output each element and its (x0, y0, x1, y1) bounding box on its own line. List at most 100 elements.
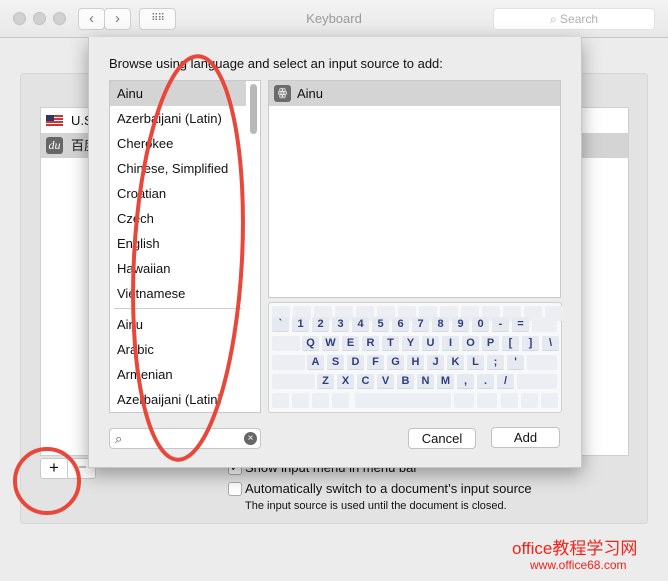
keyboard-key: G (387, 355, 404, 370)
baidu-icon: du (46, 137, 63, 154)
keyboard-key: - (492, 317, 509, 332)
keyboard-key: , (457, 374, 474, 389)
language-search-field[interactable]: ⌕ × (109, 428, 261, 449)
keyboard-key: B (397, 374, 414, 389)
keyboard-key (532, 317, 557, 332)
keyboard-key: [ (502, 336, 519, 351)
keyboard-key: Y (402, 336, 419, 351)
language-item[interactable]: Ainu (110, 81, 246, 106)
keyboard-key: 2 (312, 317, 329, 332)
add-button[interactable]: Add (491, 427, 560, 448)
keyboard-key: A (307, 355, 324, 370)
cancel-button[interactable]: Cancel (408, 428, 476, 449)
search-icon: ⌕ (549, 12, 561, 26)
search-placeholder: Search (560, 12, 599, 26)
language-item[interactable]: Croatian (110, 181, 246, 206)
language-item[interactable]: Cherokee (110, 131, 246, 156)
input-source-label: Ainu (297, 86, 324, 101)
us-flag-icon (46, 115, 63, 126)
input-source-options-list[interactable]: ꙮ Ainu (268, 80, 561, 298)
keyboard-key: ] (522, 336, 539, 351)
language-item[interactable]: Armenian (110, 362, 246, 387)
add-source-button[interactable]: + (41, 459, 68, 478)
language-item[interactable]: Vietnamese (110, 281, 246, 306)
language-item[interactable]: Czech (110, 206, 246, 231)
keyboard-key (521, 393, 538, 408)
keyboard-key: W (322, 336, 339, 351)
keyboard-key: C (357, 374, 374, 389)
keyboard-key (454, 393, 474, 408)
keyboard-key: I (442, 336, 459, 351)
keyboard-key (517, 374, 557, 389)
keyboard-key: \ (542, 336, 559, 351)
search-field[interactable]: ⌕ Search (493, 8, 655, 30)
keyboard-key (477, 393, 497, 408)
keyboard-preview: ` 1 2 3 4 5 6 7 8 9 0- = Q W E R T Y U I O P[] \ A S D F G H J K L; ' Z X C… (268, 302, 563, 413)
keyboard-key: 5 (372, 317, 389, 332)
language-item[interactable]: English (110, 231, 246, 256)
keyboard-key: R (362, 336, 379, 351)
separator (114, 308, 242, 309)
keyboard-key: 7 (412, 317, 429, 332)
keyboard-key: Q (302, 336, 319, 351)
title-bar: ‹ › ⠿⠿ Keyboard ⌕ Search (0, 0, 668, 38)
language-item[interactable]: Azerbaijani (Latin) (110, 106, 246, 131)
keyboard-key: O (462, 336, 479, 351)
add-input-source-sheet: Browse using language and select an inpu… (88, 37, 582, 468)
keyboard-key (332, 393, 349, 408)
keyboard-key: T (382, 336, 399, 351)
keyboard-key: H (407, 355, 424, 370)
keyboard-key: 0 (472, 317, 489, 332)
keyboard-key (312, 393, 329, 408)
keyboard-key: U (422, 336, 439, 351)
keyboard-key: . (477, 374, 494, 389)
search-icon: ⌕ (115, 431, 123, 446)
keyboard-key: = (512, 317, 529, 332)
keyboard-key: D (347, 355, 364, 370)
keyboard-key: V (377, 374, 394, 389)
keyboard-key (527, 355, 557, 370)
keyboard-key: E (342, 336, 359, 351)
keyboard-key: 3 (332, 317, 349, 332)
language-item[interactable]: Azerbaijani (Latin) (110, 387, 246, 412)
clear-search-icon[interactable]: × (244, 432, 257, 445)
keyboard-key: / (497, 374, 514, 389)
keyboard-key: 8 (432, 317, 449, 332)
language-item[interactable]: Chinese, Simplified (110, 156, 246, 181)
keyboard-key (292, 393, 309, 408)
keyboard-key: M (437, 374, 454, 389)
input-source-row-ainu[interactable]: ꙮ Ainu (269, 81, 560, 106)
keyboard-key (541, 393, 558, 408)
keyboard-key: F (367, 355, 384, 370)
keyboard-key: 9 (452, 317, 469, 332)
keyboard-key: P (482, 336, 499, 351)
keyboard-key: 6 (392, 317, 409, 332)
sheet-prompt: Browse using language and select an inpu… (109, 56, 443, 71)
language-item[interactable]: Ainu (110, 312, 246, 337)
language-item[interactable]: Hawaiian (110, 256, 246, 281)
keyboard-key: 4 (352, 317, 369, 332)
keyboard-key (272, 374, 315, 389)
language-item[interactable]: Arabic (110, 337, 246, 362)
scrollbar[interactable] (250, 84, 257, 134)
keyboard-key: N (417, 374, 434, 389)
auto-switch-note: The input source is used until the docum… (245, 500, 507, 512)
keyboard-key: S (327, 355, 344, 370)
auto-switch-checkbox[interactable] (228, 482, 242, 496)
keyboard-key: K (447, 355, 464, 370)
keyboard-key: X (337, 374, 354, 389)
watermark-url: www.office68.com (530, 558, 627, 572)
watermark-text: office教程学习网 (512, 539, 638, 558)
keyboard-key (272, 393, 289, 408)
keyboard-key (272, 355, 305, 370)
keyboard-key (355, 393, 451, 408)
keyboard-key: Z (317, 374, 334, 389)
language-list[interactable]: Ainu Azerbaijani (Latin) Cherokee Chinese, … (109, 80, 261, 413)
keyboard-key: ` (272, 317, 289, 332)
keyboard-key: ' (507, 355, 524, 370)
keyboard-key: L (467, 355, 484, 370)
keyboard-key (501, 393, 518, 408)
auto-switch-label: Automatically switch to a document’s inp… (245, 481, 532, 496)
keyboard-key (272, 336, 300, 351)
keyboard-key: 1 (292, 317, 309, 332)
